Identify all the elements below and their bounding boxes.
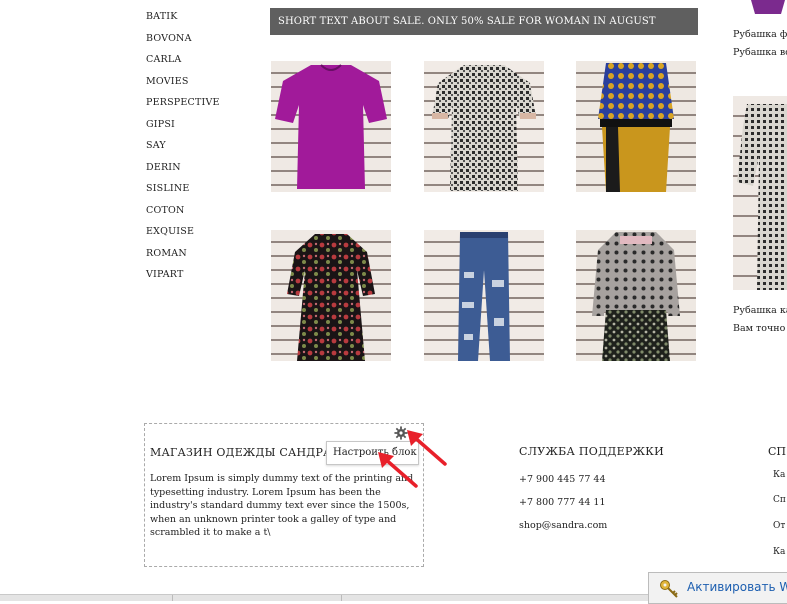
footer-column-title: СП (768, 445, 787, 458)
support-phone[interactable]: +7 800 777 44 11 (519, 497, 606, 508)
brand-item[interactable]: SAY (146, 135, 220, 157)
side-product-image-top[interactable] (733, 0, 787, 16)
product-image-grey-cardigan[interactable] (576, 230, 696, 361)
windows-activation-notice[interactable]: Активировать Wi (648, 572, 787, 604)
key-icon (660, 580, 678, 598)
support-title: СЛУЖБА ПОДДЕРЖКИ (519, 445, 665, 458)
activation-text[interactable]: Активировать Wi (687, 580, 787, 594)
product-image-magenta-top[interactable] (271, 61, 391, 192)
shop-title: МАГАЗИН ОДЕЖДЫ САНДРА (150, 446, 332, 459)
brand-item[interactable]: PERSPECTIVE (146, 92, 220, 114)
side-product-subtitle: Вам точно (733, 323, 786, 334)
brand-item[interactable]: CARLA (146, 49, 220, 71)
footer-link[interactable]: Сп (773, 495, 786, 505)
brand-item[interactable]: GIPSI (146, 114, 220, 136)
product-image-houndstooth-top[interactable] (424, 61, 544, 192)
product-image-jeans[interactable] (424, 230, 544, 361)
product-image-blue-yellow-set[interactable] (576, 61, 696, 192)
brand-item[interactable]: EXQUISE (146, 221, 220, 243)
shop-description: Lorem Ipsum is simply dummy text of the … (150, 473, 414, 538)
brand-item[interactable]: SISLINE (146, 178, 220, 200)
side-product-subtitle: Рубашка во (733, 47, 787, 58)
gear-icon[interactable] (394, 426, 408, 440)
configure-block-button[interactable]: Настроить блок (326, 441, 419, 465)
side-product-image-houndstooth[interactable] (733, 96, 787, 290)
brand-item[interactable]: BATIK (146, 6, 220, 28)
brand-item[interactable]: ROMAN (146, 243, 220, 265)
support-phone[interactable]: +7 900 445 77 44 (519, 474, 606, 485)
sale-banner[interactable]: SHORT TEXT ABOUT SALE. ONLY 50% SALE FOR… (270, 8, 698, 35)
footer-link[interactable]: От (773, 521, 785, 531)
support-email[interactable]: shop@sandra.com (519, 520, 607, 531)
footer-link[interactable]: Ка (773, 547, 785, 557)
product-image-floral-dress[interactable] (271, 230, 391, 361)
side-product-title[interactable]: Рубашка ф (733, 29, 787, 40)
side-product-title[interactable]: Рубашка ка (733, 305, 787, 316)
brand-item[interactable]: DERIN (146, 157, 220, 179)
footer-link[interactable]: Ка (773, 470, 785, 480)
brand-item[interactable]: MOVIES (146, 71, 220, 93)
brand-list: BATIK BOVONA CARLA MOVIES PERSPECTIVE GI… (146, 6, 220, 286)
brand-item[interactable]: BOVONA (146, 28, 220, 50)
brand-item[interactable]: COTON (146, 200, 220, 222)
brand-item[interactable]: VIPART (146, 264, 220, 286)
